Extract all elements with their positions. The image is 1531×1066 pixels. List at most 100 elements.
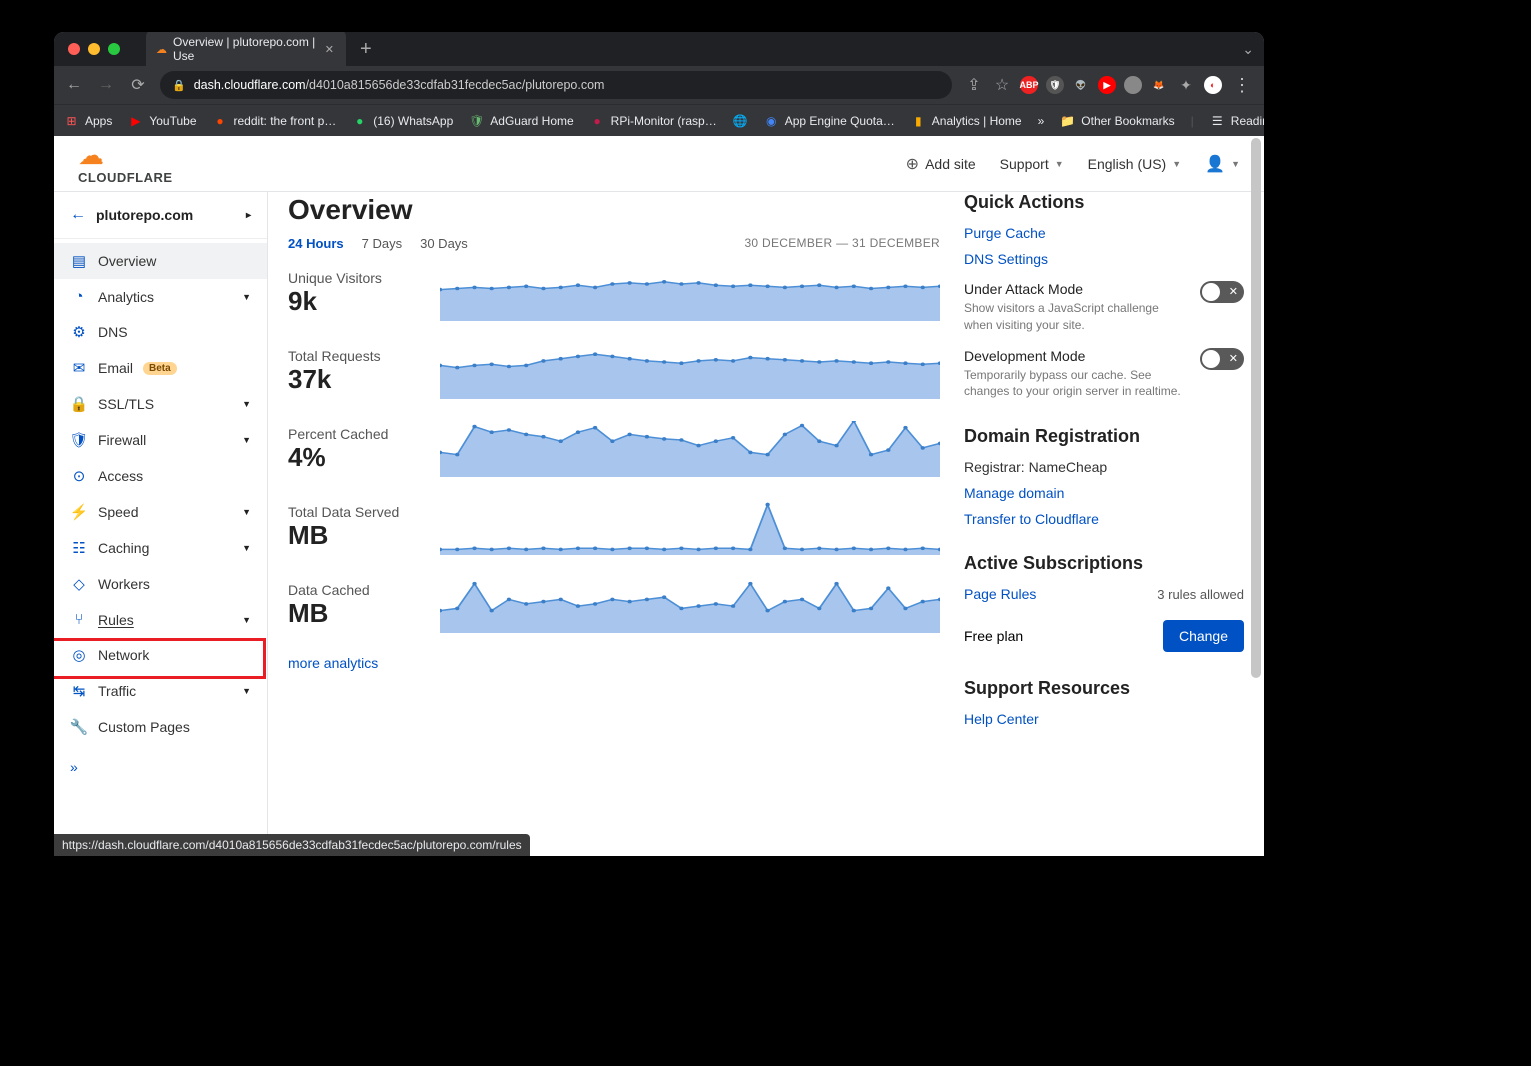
reload-button[interactable]: ⟳: [128, 75, 148, 95]
nav-label: Network: [98, 647, 149, 663]
other-bookmarks[interactable]: 📁Other Bookmarks: [1060, 113, 1174, 128]
browser-menu-icon[interactable]: ⋮: [1230, 75, 1254, 96]
cloudflare-logo[interactable]: ☁ CLOUDFLARE: [78, 142, 173, 185]
sidebar-collapse-button[interactable]: »: [54, 749, 267, 785]
change-plan-button[interactable]: Change: [1163, 620, 1244, 652]
reddit-extension-icon[interactable]: 👽: [1072, 76, 1090, 94]
sidebar-item-ssl-tls[interactable]: 🔒SSL/TLS▼: [54, 386, 267, 422]
window-minimize-button[interactable]: [88, 43, 100, 55]
dns-settings-link[interactable]: DNS Settings: [964, 251, 1244, 267]
sidebar-site-selector[interactable]: ← plutorepo.com ▸: [54, 192, 267, 239]
transfer-cloudflare-link[interactable]: Transfer to Cloudflare: [964, 511, 1244, 527]
bookmark-rpi[interactable]: ●RPi-Monitor (rasp…: [590, 113, 717, 128]
sidebar-item-workers[interactable]: ◇Workers: [54, 566, 267, 602]
sidebar-item-caching[interactable]: ☷Caching▼: [54, 530, 267, 566]
help-center-link[interactable]: Help Center: [964, 711, 1244, 727]
bookmark-whatsapp[interactable]: ●(16) WhatsApp: [352, 113, 453, 128]
rules-icon: ⑂: [70, 611, 88, 628]
tab-strip: ☁ Overview | plutorepo.com | Use ✕ + ⌄: [54, 32, 1264, 66]
subscriptions-section: Active Subscriptions Page Rules 3 rules …: [964, 553, 1244, 652]
support-dropdown[interactable]: Support ▼: [1000, 156, 1064, 172]
bookmark-star-icon[interactable]: ☆: [992, 75, 1012, 95]
profile-avatar-icon[interactable]: ◐: [1204, 76, 1222, 94]
extensions-puzzle-icon[interactable]: ✦: [1176, 77, 1196, 94]
domain-registration-section: Domain Registration Registrar: NameCheap…: [964, 426, 1244, 527]
window-close-button[interactable]: [68, 43, 80, 55]
address-bar[interactable]: 🔒 dash.cloudflare.com/d4010a815656de33cd…: [160, 71, 952, 99]
metric-label: Total Requests: [288, 348, 428, 364]
back-button[interactable]: ←: [64, 76, 84, 94]
bookmark-apps[interactable]: ⊞Apps: [64, 113, 112, 128]
page-rules-link[interactable]: Page Rules: [964, 586, 1036, 602]
toggle-off-icon: ✕: [1229, 352, 1238, 365]
sidebar-item-overview[interactable]: ▤Overview: [54, 243, 267, 279]
window-zoom-button[interactable]: [108, 43, 120, 55]
bookmark-blank[interactable]: 🌐: [733, 113, 748, 128]
more-analytics-link[interactable]: more analytics: [288, 655, 940, 671]
sidebar-item-custom-pages[interactable]: 🔧Custom Pages: [54, 709, 267, 745]
caret-down-icon: ▼: [242, 686, 251, 696]
add-site-button[interactable]: ⊕ Add site: [906, 154, 976, 174]
sidebar-item-email[interactable]: ✉EmailBeta: [54, 350, 267, 386]
bookmark-reddit[interactable]: ●reddit: the front p…: [213, 113, 337, 128]
dev-mode-toggle[interactable]: ✕: [1200, 348, 1244, 370]
metric-label: Data Cached: [288, 582, 428, 598]
bookmark-analytics[interactable]: ▮Analytics | Home: [911, 113, 1022, 128]
sidebar-item-dns[interactable]: ⚙DNS: [54, 314, 267, 350]
bookmarks-bar: ⊞Apps ▶YouTube ●reddit: the front p… ●(1…: [54, 104, 1264, 136]
browser-tab[interactable]: ☁ Overview | plutorepo.com | Use ✕: [146, 32, 346, 69]
tab-30-days[interactable]: 30 Days: [420, 236, 468, 251]
registrar-label: Registrar: NameCheap: [964, 459, 1244, 475]
speed-icon: ⚡: [70, 503, 88, 521]
caret-down-icon: ▼: [242, 543, 251, 553]
whatsapp-icon: ●: [352, 113, 367, 128]
share-icon[interactable]: ⇪: [964, 75, 984, 95]
manage-domain-link[interactable]: Manage domain: [964, 485, 1244, 501]
under-attack-toggle[interactable]: ✕: [1200, 281, 1244, 303]
shield-extension-icon[interactable]: 🛡: [1046, 76, 1064, 94]
sidebar-item-firewall[interactable]: 🛡Firewall▼: [54, 422, 267, 458]
tab-7-days[interactable]: 7 Days: [362, 236, 402, 251]
sidebar-item-network[interactable]: ◎Network: [54, 637, 267, 673]
cloudflare-favicon-icon: ☁: [156, 43, 167, 56]
purge-cache-link[interactable]: Purge Cache: [964, 225, 1244, 241]
quick-actions-title: Quick Actions: [964, 192, 1244, 213]
tabs-overflow-icon[interactable]: ⌄: [1242, 41, 1254, 58]
extension-icon-1[interactable]: [1124, 76, 1142, 94]
arrow-left-icon[interactable]: ←: [70, 206, 86, 224]
analytics-icon: ▮: [911, 113, 926, 128]
bookmark-youtube[interactable]: ▶YouTube: [128, 113, 196, 128]
abp-extension-icon[interactable]: ABP: [1020, 76, 1038, 94]
account-dropdown[interactable]: 👤 ▼: [1205, 154, 1240, 174]
nav-label: Rules: [98, 612, 134, 628]
nav-label: Analytics: [98, 289, 154, 305]
sidebar-item-access[interactable]: ⊙Access: [54, 458, 267, 494]
new-tab-button[interactable]: +: [354, 38, 378, 61]
youtube-extension-icon[interactable]: ▶: [1098, 76, 1116, 94]
bookmark-adguard[interactable]: 🛡AdGuard Home: [469, 113, 573, 128]
cloud-icon: ☁: [78, 142, 104, 168]
sidebar-item-speed[interactable]: ⚡Speed▼: [54, 494, 267, 530]
bookmark-appengine[interactable]: ◉App Engine Quota…: [764, 113, 895, 128]
sidebar-item-analytics[interactable]: ◔Analytics▼: [54, 279, 267, 314]
lock-icon: 🔒: [172, 79, 186, 92]
under-attack-toggle-row: Under Attack Mode Show visitors a JavaSc…: [964, 281, 1244, 334]
tab-24-hours[interactable]: 24 Hours: [288, 236, 344, 251]
nav-label: Speed: [98, 504, 138, 520]
metric-chart: [440, 577, 940, 633]
metamask-extension-icon[interactable]: 🦊: [1150, 76, 1168, 94]
overview-column: Overview 24 Hours 7 Days 30 Days 30 DECE…: [288, 192, 940, 836]
firewall-icon: 🛡: [70, 431, 88, 449]
close-tab-icon[interactable]: ✕: [323, 43, 336, 56]
access-icon: ⊙: [70, 467, 88, 485]
date-range-label: 30 DECEMBER — 31 DECEMBER: [744, 236, 940, 251]
nav-label: Custom Pages: [98, 719, 190, 735]
sidebar-item-traffic[interactable]: ↹Traffic▼: [54, 673, 267, 709]
main-content: Overview 24 Hours 7 Days 30 Days 30 DECE…: [268, 192, 1264, 856]
reading-list[interactable]: ☰Reading List: [1210, 113, 1264, 128]
scrollbar[interactable]: [1250, 138, 1262, 852]
language-dropdown[interactable]: English (US) ▼: [1088, 156, 1182, 172]
bookmarks-overflow[interactable]: »: [1038, 114, 1045, 128]
globe-icon: 🌐: [733, 113, 748, 128]
sidebar-item-rules[interactable]: ⑂Rules▼: [54, 602, 267, 637]
